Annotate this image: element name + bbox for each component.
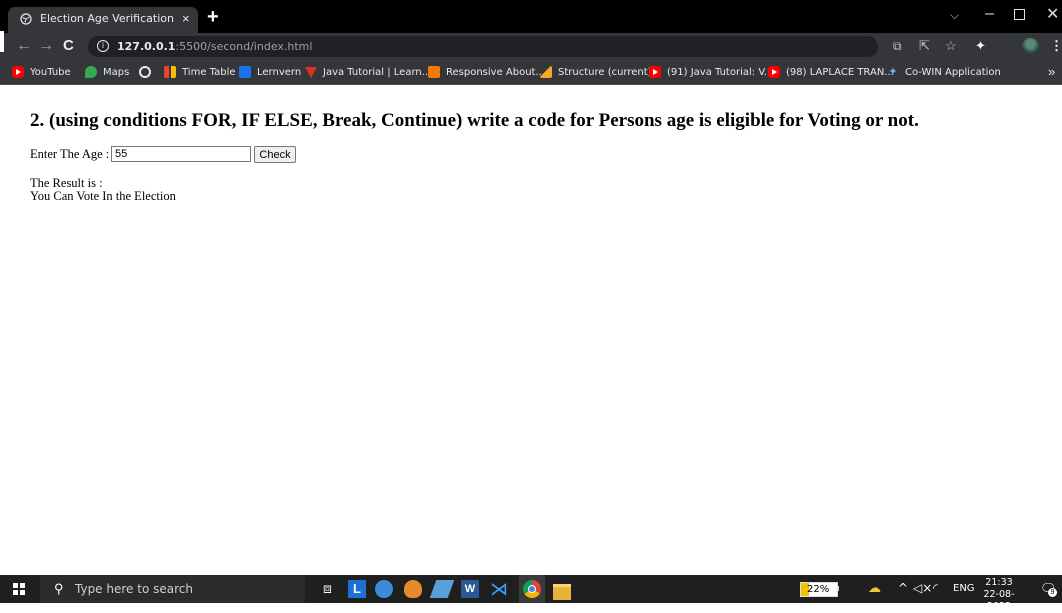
weather-icon[interactable]: ☁ bbox=[868, 581, 881, 596]
battery-indicator[interactable]: 22% bbox=[800, 582, 838, 597]
lernvern-icon bbox=[239, 66, 251, 78]
maps-icon bbox=[85, 66, 97, 78]
info-icon[interactable]: i bbox=[97, 40, 109, 52]
youtube-icon bbox=[12, 66, 24, 78]
bookmark-label: (91) Java Tutorial: V... bbox=[667, 66, 774, 78]
notification-badge: 9 bbox=[1048, 588, 1057, 597]
chrome-app-icon[interactable] bbox=[519, 575, 545, 603]
timetable-icon bbox=[164, 66, 176, 78]
new-tab-button[interactable]: + bbox=[207, 7, 219, 27]
app-disc-icon[interactable] bbox=[375, 580, 393, 598]
bookmark-label: Co-WIN Application bbox=[905, 66, 1001, 78]
notes-app-icon[interactable] bbox=[429, 580, 455, 598]
battery-nub bbox=[837, 586, 839, 591]
taskbar-search-box[interactable]: ⚲ Type here to search bbox=[40, 575, 305, 603]
bookmark-structure[interactable]: Structure (current) bbox=[540, 65, 652, 79]
lernvern-app-icon[interactable]: L bbox=[348, 580, 366, 598]
bookmark-label: Lernvern bbox=[257, 66, 302, 78]
check-button[interactable]: Check bbox=[254, 146, 296, 163]
url-path: :5500/second/index.html bbox=[175, 40, 313, 53]
taskbar: ⚲ Type here to search ⧈ L W ⋊ 22% ☁ ^ ◁×… bbox=[0, 575, 1062, 612]
file-explorer-icon[interactable] bbox=[553, 584, 571, 600]
wifi-icon[interactable]: ◜ bbox=[933, 581, 938, 595]
word-app-icon[interactable]: W bbox=[461, 580, 479, 598]
bookmark-cowin[interactable]: ✦ Co-WIN Application bbox=[887, 65, 1001, 79]
forward-arrow-icon[interactable]: → bbox=[38, 37, 54, 55]
youtube-icon bbox=[649, 66, 661, 78]
tab-title: Election Age Verification bbox=[40, 12, 174, 25]
java-icon bbox=[305, 66, 317, 78]
restore-icon[interactable] bbox=[1014, 9, 1025, 20]
bookmark-label: Maps bbox=[103, 66, 130, 78]
translate-icon[interactable]: ⧉ bbox=[893, 38, 902, 54]
clock-time: 21:33 bbox=[985, 577, 1013, 588]
volume-icon[interactable]: ◁× bbox=[913, 581, 932, 595]
age-input[interactable] bbox=[111, 146, 251, 162]
language-indicator[interactable]: ENG bbox=[953, 583, 975, 594]
bookmarks-bar: YouTube Maps Time Table Lernvern Java Tu… bbox=[0, 60, 1062, 85]
vscode-app-icon[interactable]: ⋊ bbox=[490, 580, 508, 598]
youtube-icon bbox=[768, 66, 780, 78]
windows-start-icon[interactable] bbox=[13, 583, 25, 595]
bookmark-label: YouTube bbox=[30, 66, 71, 78]
bookmark-java-tutorial-video[interactable]: (91) Java Tutorial: V... bbox=[649, 65, 773, 79]
bookmark-label: Structure (current) bbox=[558, 66, 652, 78]
bookmark-star-icon[interactable]: ☆ bbox=[945, 38, 957, 54]
bookmark-lernvern[interactable]: Lernvern bbox=[239, 65, 301, 79]
globe-icon bbox=[20, 13, 32, 25]
tab-active[interactable]: Election Age Verification × bbox=[8, 7, 198, 33]
result-text: You Can Vote In the Election bbox=[30, 189, 176, 203]
menu-kebab-icon[interactable]: ⋮ bbox=[1050, 38, 1062, 54]
page-content: 2. (using conditions FOR, IF ELSE, Break… bbox=[0, 85, 1062, 575]
bookmark-laplace[interactable]: (98) LAPLACE TRAN... bbox=[768, 65, 894, 79]
bookmark-label: (98) LAPLACE TRAN... bbox=[786, 66, 894, 78]
task-view-icon[interactable]: ⧈ bbox=[323, 580, 341, 598]
bookmark-label: Java Tutorial | Learn... bbox=[323, 66, 432, 78]
url-text[interactable]: 127.0.0.1:5500/second/index.html bbox=[117, 40, 312, 53]
search-placeholder: Type here to search bbox=[75, 582, 193, 596]
bookmark-responsive-about[interactable]: Responsive About... bbox=[428, 65, 545, 79]
bookmarks-overflow-icon[interactable]: » bbox=[1048, 64, 1055, 79]
minimize-icon[interactable]: – bbox=[985, 5, 994, 23]
share-icon[interactable]: ⇱ bbox=[919, 38, 930, 54]
clock[interactable]: 21:33 22-08-2022 bbox=[974, 577, 1024, 613]
bookmark-label: Responsive About... bbox=[446, 66, 546, 78]
browser-toolbar: ← → C i 127.0.0.1:5500/second/index.html… bbox=[0, 31, 1062, 60]
search-icon: ⚲ bbox=[54, 581, 64, 596]
address-bar[interactable]: i 127.0.0.1:5500/second/index.html bbox=[88, 36, 878, 57]
structure-icon bbox=[540, 66, 552, 78]
extensions-puzzle-icon[interactable]: ✦ bbox=[975, 38, 986, 54]
paint-app-icon[interactable] bbox=[404, 580, 422, 598]
tab-strip: Election Age Verification × + ⌵ – ✕ bbox=[0, 0, 1062, 33]
bookmark-maps[interactable]: Maps bbox=[85, 65, 129, 79]
blogger-icon bbox=[428, 66, 440, 78]
cowin-icon: ✦ bbox=[888, 65, 898, 78]
close-window-icon[interactable]: ✕ bbox=[1046, 4, 1059, 24]
url-host: 127.0.0.1 bbox=[117, 40, 176, 53]
back-arrow-icon[interactable]: ← bbox=[16, 37, 32, 55]
bookmark-youtube[interactable]: YouTube bbox=[12, 65, 71, 79]
page-heading: 2. (using conditions FOR, IF ELSE, Break… bbox=[30, 110, 919, 131]
bookmark-time-table[interactable]: Time Table bbox=[164, 65, 236, 79]
battery-percent: 22% bbox=[807, 584, 830, 595]
reload-icon[interactable]: C bbox=[63, 37, 74, 55]
side-panel-icon[interactable] bbox=[0, 31, 4, 52]
tab-search-chevron-icon[interactable]: ⌵ bbox=[950, 8, 959, 23]
bookmark-java-tutorial[interactable]: Java Tutorial | Learn... bbox=[305, 65, 431, 79]
tray-chevron-icon[interactable]: ^ bbox=[898, 581, 908, 595]
bookmark-label: Time Table bbox=[182, 66, 236, 78]
age-label: Enter The Age : bbox=[30, 147, 110, 161]
globe-icon bbox=[139, 66, 151, 78]
tab-close-icon[interactable]: × bbox=[182, 11, 190, 27]
profile-avatar[interactable] bbox=[1022, 38, 1039, 55]
clock-date: 22-08-2022 bbox=[983, 589, 1015, 612]
bookmark-globe[interactable] bbox=[139, 65, 157, 79]
